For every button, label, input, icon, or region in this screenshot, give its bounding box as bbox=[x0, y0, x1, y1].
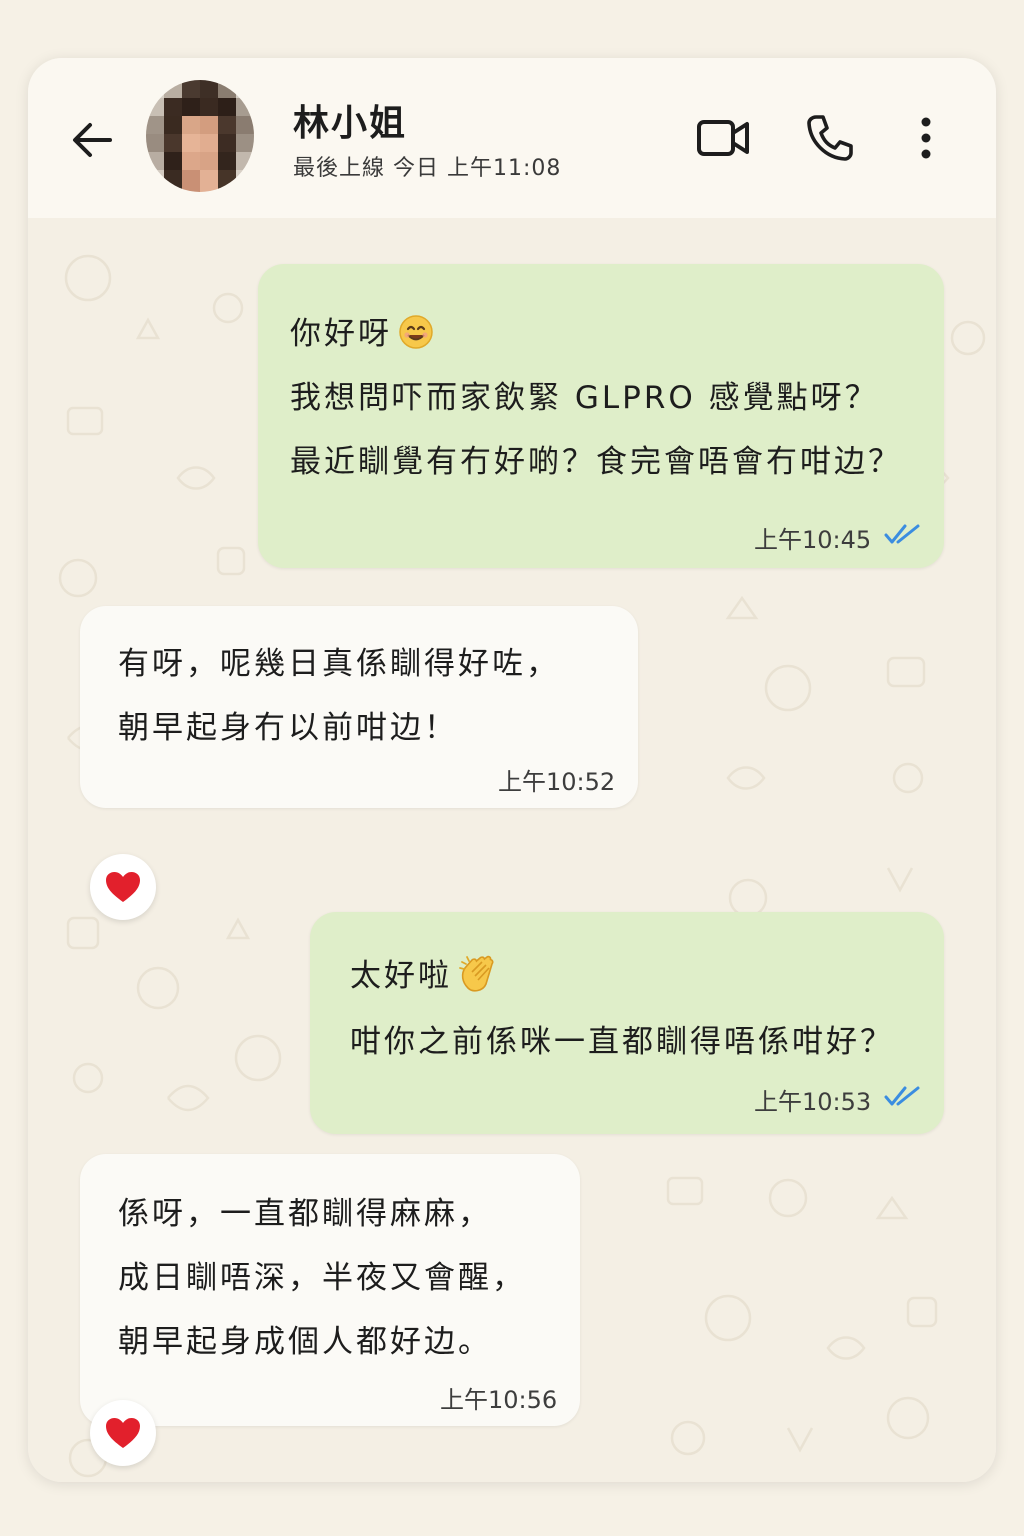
message-line: 你好呀 bbox=[290, 316, 392, 352]
reaction-badge[interactable] bbox=[90, 854, 156, 920]
message-line: 咁你之前係咪一直都瞓得唔係咁好？ bbox=[350, 1024, 894, 1060]
message-text: 太好啦 bbox=[350, 950, 496, 1002]
message-line: 我想問吓而家飲緊 GLPRO 感覺點呀？ bbox=[290, 380, 879, 416]
contact-name[interactable]: 林小姐 bbox=[293, 94, 407, 146]
message-timestamp: 上午10:56 bbox=[440, 1386, 558, 1414]
message-timestamp: 上午10:52 bbox=[498, 768, 616, 796]
message-line: 成日瞓唔深，半夜又會醒， bbox=[118, 1260, 526, 1296]
message-timestamp: 上午10:53 bbox=[754, 1088, 872, 1116]
clapping-hands-emoji-icon bbox=[458, 954, 496, 1002]
message-bubble-incoming[interactable]: 有呀，呢幾日真係瞓得好咗， 朝早起身冇以前咁边！ 上午10:52 bbox=[80, 606, 638, 808]
more-vertical-icon bbox=[921, 117, 931, 159]
message-line: 係呀，一直都瞓得麻麻， bbox=[118, 1196, 492, 1232]
heart-icon bbox=[106, 872, 140, 902]
message-line: 太好啦 bbox=[350, 958, 452, 994]
message-list[interactable]: 你好呀 我想問吓而家飲緊 GLPRO 感覺點呀？ 最近瞓覺有冇好啲？食完會唔會冇… bbox=[28, 218, 996, 1482]
chat-header: 林小姐 最後上線 今日 上午11:08 bbox=[28, 58, 996, 218]
back-button[interactable] bbox=[66, 114, 118, 166]
double-check-read-icon bbox=[884, 1086, 920, 1106]
smiling-face-emoji-icon bbox=[398, 314, 434, 358]
message-timestamp: 上午10:45 bbox=[754, 526, 872, 554]
message-line: 朝早起身冇以前咁边！ bbox=[118, 710, 458, 746]
message-line: 最近瞓覺有冇好啲？食完會唔會冇咁边？ bbox=[290, 444, 902, 480]
more-options-button[interactable] bbox=[896, 108, 956, 168]
arrow-left-icon bbox=[73, 123, 112, 157]
phone-icon bbox=[807, 115, 853, 161]
message-bubble-incoming[interactable]: 係呀，一直都瞓得麻麻， 成日瞓唔深，半夜又會醒， 朝早起身成個人都好边。 上午1… bbox=[80, 1154, 580, 1426]
heart-icon bbox=[106, 1418, 140, 1448]
double-check-read-icon bbox=[884, 524, 920, 544]
video-call-button[interactable] bbox=[693, 108, 753, 168]
message-line: 朝早起身成個人都好边。 bbox=[118, 1324, 492, 1360]
last-seen-status: 最後上線 今日 上午11:08 bbox=[293, 156, 562, 181]
voice-call-button[interactable] bbox=[800, 108, 860, 168]
avatar[interactable] bbox=[146, 80, 254, 192]
video-camera-icon bbox=[697, 120, 749, 156]
message-bubble-outgoing[interactable]: 太好啦 咁你之前係咪一直都瞓得唔係咁好？ 上午10:53 bbox=[310, 912, 944, 1134]
message-bubble-outgoing[interactable]: 你好呀 我想問吓而家飲緊 GLPRO 感覺點呀？ 最近瞓覺有冇好啲？食完會唔會冇… bbox=[258, 264, 944, 568]
pixelated-avatar-image bbox=[146, 80, 254, 192]
chat-window: 林小姐 最後上線 今日 上午11:08 你好呀 我想問吓而家飲緊 GLPRO 感… bbox=[28, 58, 996, 1482]
message-text: 你好呀 bbox=[290, 308, 434, 358]
reaction-badge[interactable] bbox=[90, 1400, 156, 1466]
message-line: 有呀，呢幾日真係瞓得好咗， bbox=[118, 646, 560, 682]
